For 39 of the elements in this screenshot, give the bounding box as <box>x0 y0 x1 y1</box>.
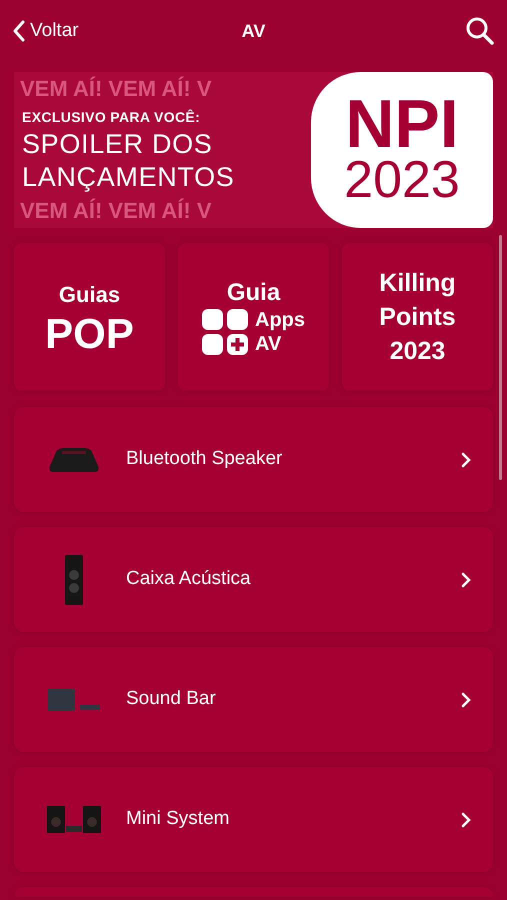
pattern-text: VEM AÍ! VEM AÍ! V <box>20 200 212 222</box>
category-row[interactable]: Bluetooth Speaker <box>14 407 493 512</box>
category-label: Caixa Acústica <box>126 567 252 592</box>
speaker-icon <box>65 554 83 604</box>
category-label: Bluetooth Speaker <box>126 447 284 472</box>
category-row[interactable]: Sound Bar <box>14 647 493 752</box>
tile-text: Apps <box>255 308 305 332</box>
tile-text: Killing <box>379 268 456 299</box>
search-icon[interactable] <box>465 16 495 46</box>
banner-headline: SPOILER DOS <box>22 128 212 160</box>
npi-badge: NPI 2023 <box>311 72 493 228</box>
soundbar-icon <box>48 688 100 710</box>
tile-text: POP <box>45 310 134 356</box>
category-label: Sound Bar <box>126 687 217 712</box>
category-row[interactable]: Caixa Acústica <box>14 527 493 632</box>
tile-text: Points <box>379 302 456 333</box>
guide-tile[interactable]: Guias POP <box>14 243 165 391</box>
guide-tile[interactable]: Guia Apps AV <box>178 243 329 391</box>
tile-text: Guia <box>226 278 280 308</box>
banner-headline: LANÇAMENTOS <box>22 160 234 194</box>
tile-text: Guias <box>58 280 120 308</box>
apps-grid-icon <box>202 309 248 355</box>
category-row[interactable]: Mini System <box>14 767 493 872</box>
page-title: AV <box>242 20 266 42</box>
banner-kicker: EXCLUSIVO PARA VOCÊ: <box>22 108 200 126</box>
speaker-icon <box>48 448 100 472</box>
pattern-text: VEM AÍ! VEM AÍ! V <box>20 78 212 100</box>
category-label: Mini System <box>126 807 230 832</box>
chevron-right-icon <box>461 572 471 588</box>
tile-text: 2023 <box>390 336 446 367</box>
back-button[interactable]: Voltar <box>12 16 79 46</box>
chevron-right-icon <box>461 692 471 708</box>
mini-system-icon <box>47 806 101 833</box>
tile-text: AV <box>255 332 282 356</box>
chevron-right-icon <box>461 812 471 828</box>
promo-banner[interactable]: VEM AÍ! VEM AÍ! V EXCLUSIVO PARA VOCÊ: SPOILER DOS LANÇAMENTOS VEM AÍ! VEM AÍ! V NPI 2023 <box>14 72 493 228</box>
chevron-right-icon <box>461 452 471 468</box>
back-icon <box>12 20 26 42</box>
guide-tile[interactable]: Killing Points 2023 <box>342 243 493 391</box>
